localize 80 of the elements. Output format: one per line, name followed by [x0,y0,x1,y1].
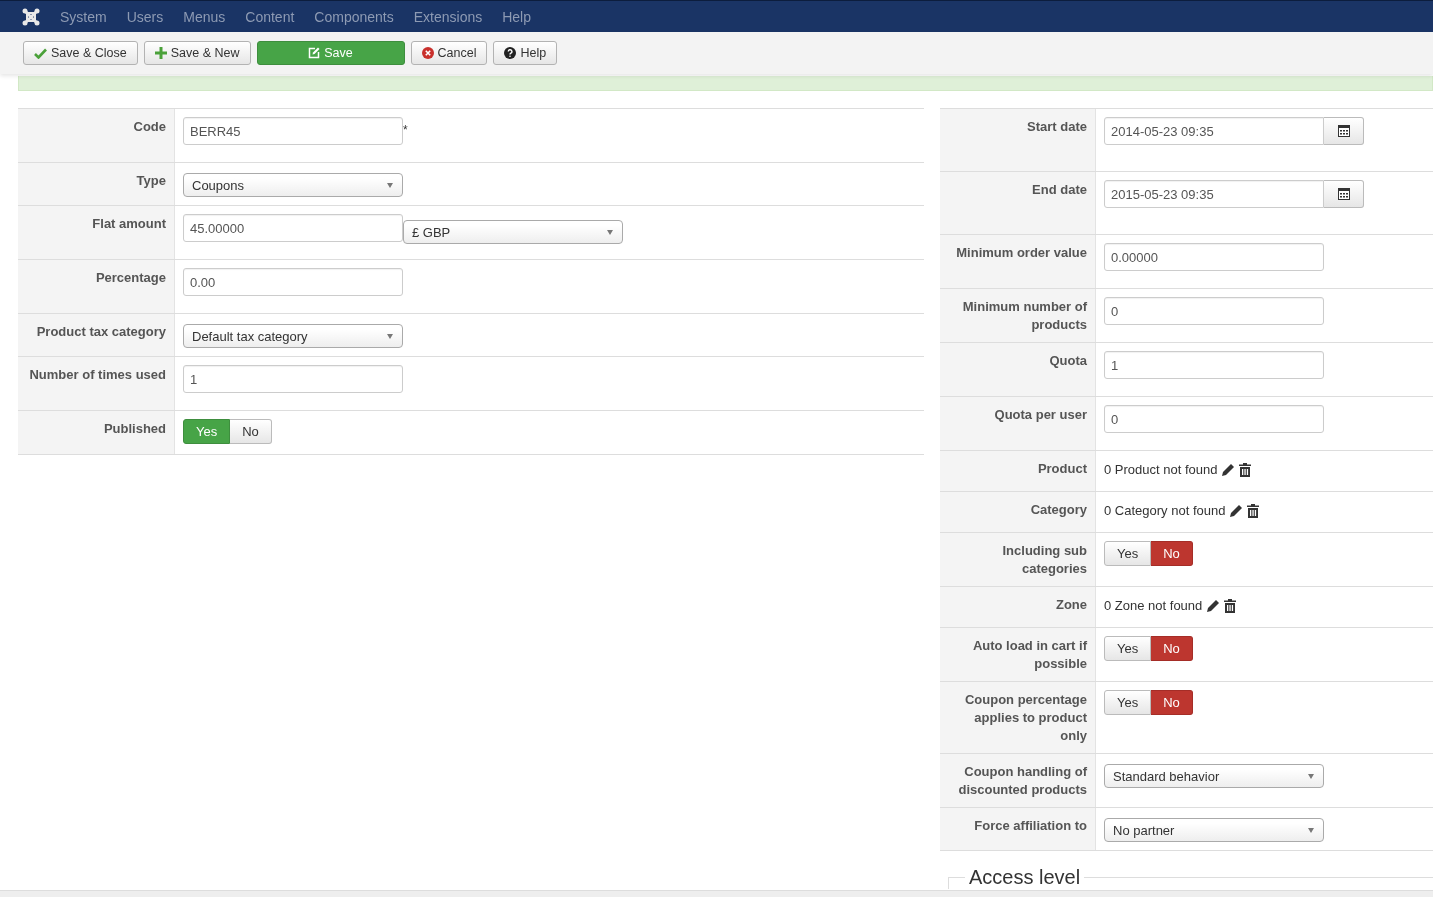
field-label: Published [103,421,166,436]
close-icon [421,47,434,59]
field-label: Flat amount [92,216,166,231]
text-field[interactable]: 0.00000 [1104,243,1324,271]
help-icon [504,47,517,59]
lookup-value: 0 Product not found [1104,462,1218,477]
dropdown[interactable]: Default tax category [183,324,403,348]
field-label: Product [1037,461,1087,476]
caret-icon [607,230,613,235]
trash-icon[interactable] [1247,503,1260,518]
field-label: Zone [1055,597,1087,612]
caret-icon [1308,774,1314,779]
field-label: End date [1032,182,1087,197]
field-label: Quota [1049,353,1087,368]
text-field[interactable]: BERR45 [183,117,403,145]
caret-icon [1308,828,1314,833]
section-legend: Access level [965,866,1085,889]
pencil-icon[interactable] [1229,503,1244,518]
currency-dropdown[interactable]: £ GBP [403,220,623,244]
pencil-icon[interactable] [1221,462,1236,477]
field-label: Auto load in cart if possible [972,638,1087,671]
menu-item[interactable]: Extensions [403,8,493,25]
menu-item[interactable]: Help [492,8,541,25]
toolbar-button[interactable]: Help [493,41,558,65]
toolbar-button[interactable]: Save & New [143,41,251,65]
field-label: Minimum order value [956,245,1087,260]
lookup-value: 0 Category not found [1104,503,1226,518]
date-field[interactable]: 2014-05-23 09:35 [1104,117,1324,145]
toggle-option[interactable]: Yes [1104,690,1152,715]
dropdown[interactable]: Standard behavior [1104,764,1324,788]
calendar-icon [1337,125,1350,137]
text-field[interactable]: 0.00 [183,268,403,296]
text-field[interactable]: 1 [1104,351,1324,379]
date-field[interactable]: 2015-05-23 09:35 [1104,180,1324,208]
toggle-option[interactable]: No [1151,541,1193,566]
trash-icon[interactable] [1239,462,1252,477]
field-label: Quota per user [994,407,1087,422]
field-label: Coupon percentage applies to product only [964,692,1087,743]
toggle-option[interactable]: No [1151,690,1193,715]
caret-icon [387,334,393,339]
logo-icon [22,7,40,26]
toolbar-button[interactable]: Save & Close [23,41,138,65]
pencil-icon[interactable] [1206,598,1221,613]
menu-item[interactable]: System [50,8,117,25]
field-label: Category [1030,502,1087,517]
field-label: Number of times used [29,367,166,382]
trash-icon[interactable] [1224,598,1237,613]
toolbar-button[interactable]: Cancel [410,41,488,65]
field-label: Start date [1027,119,1087,134]
field-label: Percentage [95,270,166,285]
field-label: Minimum number of products [962,299,1087,332]
text-field[interactable]: 1 [183,365,403,393]
field-label: Including sub categories [1002,543,1087,576]
dropdown[interactable]: No partner [1104,818,1324,842]
edit-icon [308,47,321,59]
field-label: Product tax category [36,324,166,339]
dropdown[interactable]: Coupons [183,173,403,197]
toggle-option[interactable]: No [1151,636,1193,661]
caret-icon [387,183,393,188]
toggle-option[interactable]: Yes [1104,541,1152,566]
toggle-option[interactable]: No [230,419,272,444]
calendar-icon [1337,188,1350,200]
text-field[interactable]: 45.00000 [183,214,403,242]
lookup-value: 0 Zone not found [1104,598,1203,613]
menu-item[interactable]: Components [304,8,404,25]
toggle-option[interactable]: Yes [1104,636,1152,661]
field-label: Code [133,119,166,134]
plus-icon [154,47,167,59]
calendar-button[interactable] [1324,180,1364,208]
check-icon [34,47,47,59]
text-field[interactable]: 0 [1104,405,1324,433]
field-label: Coupon handling of discounted products [958,764,1087,797]
field-label: Force affiliation to [974,818,1087,833]
menu-item[interactable]: Users [116,8,174,25]
text-field[interactable]: 0 [1104,297,1324,325]
field-label: Type [136,173,166,188]
menu-item[interactable]: Content [235,8,305,25]
required-mark: * [403,123,408,137]
menu-item[interactable]: Menus [173,8,236,25]
calendar-button[interactable] [1324,117,1364,145]
